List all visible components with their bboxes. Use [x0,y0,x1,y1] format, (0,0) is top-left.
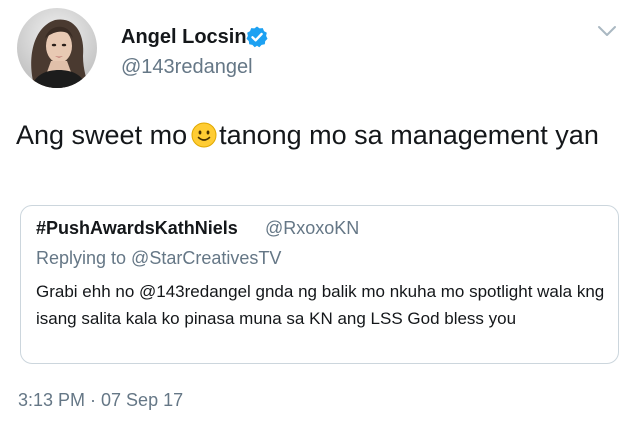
tweet-text-part1: Ang sweet mo [16,120,188,150]
avatar-image [17,8,97,88]
quoted-tweet-text: Grabi ehh no @143redangel gnda ng balik … [36,282,605,328]
verified-badge-icon [246,26,268,48]
avatar[interactable] [17,8,97,88]
author-name[interactable]: Angel Locsin [121,25,247,49]
tweet-timestamp[interactable]: 3:13 PM · 07 Sep 17 [18,390,183,411]
author-handle[interactable]: @143redangel [121,55,253,79]
tweet-text-part2: tanong mo sa management yan [219,120,599,150]
chevron-down-icon[interactable] [597,24,617,38]
smiley-emoji-icon [191,122,217,148]
replying-to-label[interactable]: Replying to @StarCreativesTV [36,248,281,269]
quoted-tweet[interactable]: #PushAwardsKathNiels @RxoxoKN Replying t… [20,205,619,364]
quoted-author-name[interactable]: #PushAwardsKathNiels [36,218,238,239]
tweet-text: Ang sweet mo tanong mo sa management yan [16,117,616,153]
tweet-card[interactable]: Angel Locsin @143redangel Ang sweet mo t… [0,0,640,431]
quoted-author-handle[interactable]: @RxoxoKN [265,218,359,239]
